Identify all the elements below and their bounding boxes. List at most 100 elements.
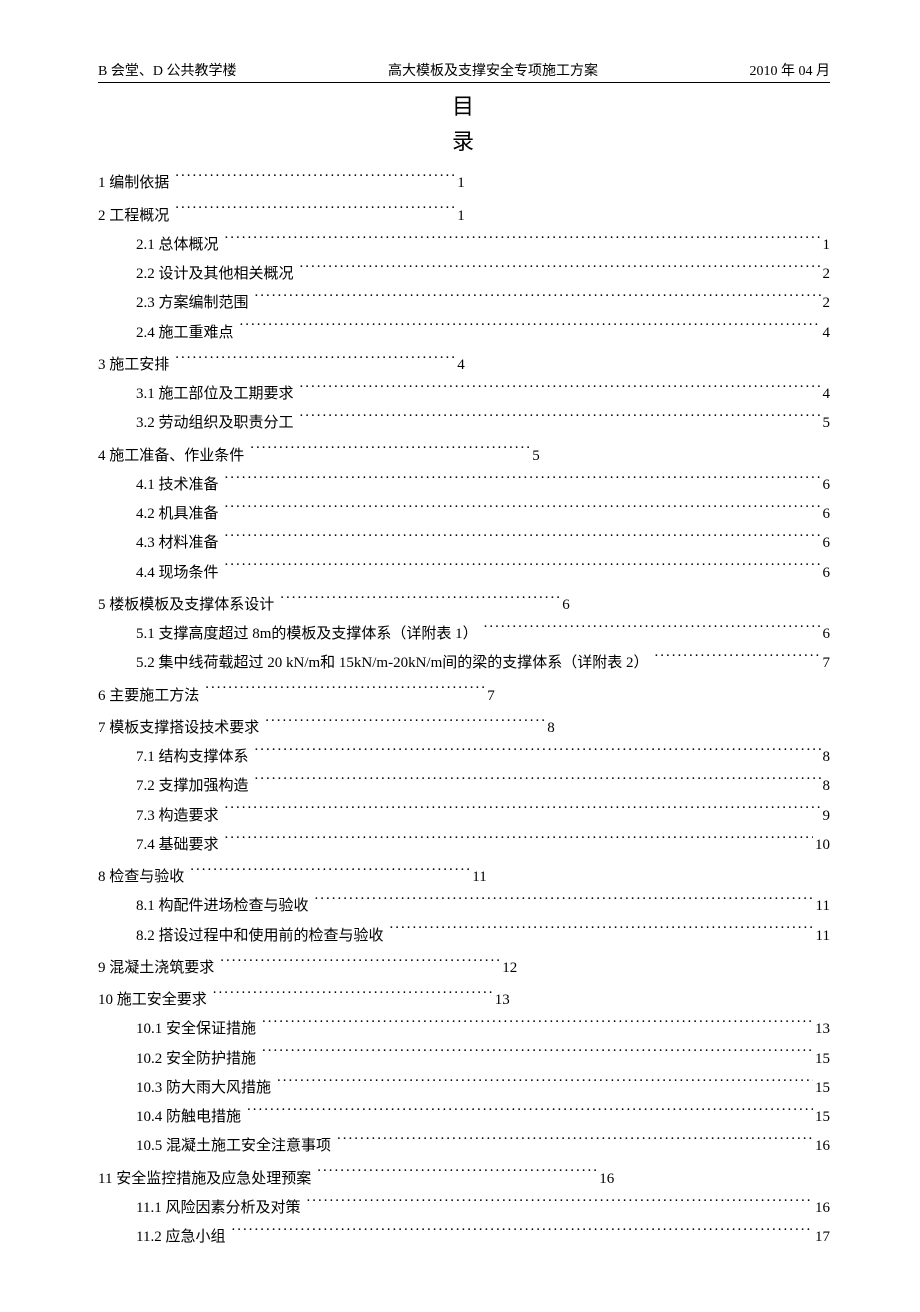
toc-entry-label: 4.4 现场条件: [136, 559, 223, 588]
toc-entry-page: 7: [821, 649, 831, 678]
toc-entry-page: 11: [470, 863, 486, 892]
toc-entry: 7 模板支撑搭设技术要求 8: [98, 714, 830, 743]
toc-entry-page: 1: [455, 202, 465, 231]
toc-entry: 10.2 安全防护措施 15: [98, 1045, 830, 1074]
toc-entry-label: 5.1 支撑高度超过 8m的模板及支撑体系（详附表 1）: [136, 620, 482, 649]
toc-entry-page: 11: [814, 922, 830, 951]
toc-entry-label: 6 主要施工方法: [98, 682, 203, 711]
toc-entry: 11.1 风险因素分析及对策 16: [98, 1194, 830, 1223]
toc-entry-label: 10 施工安全要求: [98, 986, 211, 1015]
toc-entry-page: 16: [813, 1194, 830, 1223]
toc-entry-label: 7.1 结构支撑体系: [136, 743, 253, 772]
toc-entry: 4.2 机具准备 6: [98, 500, 830, 529]
toc-leader-dots: [231, 1226, 813, 1241]
document-page: B 会堂、D 公共教学楼 高大模板及支撑安全专项施工方案 2010 年 04 月…: [0, 0, 920, 1312]
toc-entry: 2.2 设计及其他相关概况 2: [98, 260, 830, 289]
toc-entry: 3 施工安排 4: [98, 351, 830, 380]
toc-entry-page: 13: [813, 1015, 830, 1044]
toc-entry-label: 7.4 基础要求: [136, 831, 223, 860]
toc-leader-dots: [655, 652, 821, 667]
toc-entry-label: 10.5 混凝土施工安全注意事项: [136, 1132, 335, 1161]
toc-entry-label: 2.4 施工重难点: [136, 319, 238, 348]
toc-leader-dots: [247, 1106, 813, 1121]
toc-entry: 8.2 搭设过程中和使用前的检查与验收 11: [98, 922, 830, 951]
toc-leader-dots: [255, 775, 821, 790]
toc-entry: 9 混凝土浇筑要求 12: [98, 954, 830, 983]
toc-leader-dots: [175, 172, 455, 187]
toc-leader-dots: [300, 412, 821, 427]
toc-entry-page: 15: [813, 1074, 830, 1103]
title-char-2: 录: [98, 124, 830, 159]
toc-leader-dots: [175, 354, 455, 369]
toc-leader-dots: [306, 1197, 813, 1212]
toc-leader-dots: [225, 805, 821, 820]
toc-entry-label: 5.2 集中线荷载超过 20 kN/m和 15kN/m-20kN/m间的梁的支撑…: [136, 649, 653, 678]
toc-leader-dots: [262, 1048, 813, 1063]
toc-entry-page: 6: [821, 471, 831, 500]
toc-entry: 11 安全监控措施及应急处理预案 16: [98, 1165, 830, 1194]
toc-entry: 8.1 构配件进场检查与验收 11: [98, 892, 830, 921]
toc-entry-page: 4: [821, 380, 831, 409]
toc-entry-label: 1 编制依据: [98, 169, 173, 198]
toc-entry: 7.1 结构支撑体系 8: [98, 743, 830, 772]
toc-entry: 2.4 施工重难点 4: [98, 319, 830, 348]
toc-leader-dots: [277, 1077, 813, 1092]
toc-leader-dots: [337, 1135, 813, 1150]
toc-entry-label: 2 工程概况: [98, 202, 173, 231]
toc-entry-label: 10.2 安全防护措施: [136, 1045, 260, 1074]
toc-entry-label: 4.3 材料准备: [136, 529, 223, 558]
toc-entry-page: 16: [597, 1165, 614, 1194]
toc-entry-page: 1: [455, 169, 465, 198]
toc-entry: 4.3 材料准备 6: [98, 529, 830, 558]
toc-leader-dots: [240, 322, 821, 337]
toc-entry: 10.5 混凝土施工安全注意事项 16: [98, 1132, 830, 1161]
toc-entry: 1 编制依据 1: [98, 169, 830, 198]
toc-entry-label: 4.2 机具准备: [136, 500, 223, 529]
toc-leader-dots: [255, 746, 821, 761]
toc-entry-page: 5: [821, 409, 831, 438]
toc-leader-dots: [225, 234, 821, 249]
toc-entry-page: 15: [813, 1103, 830, 1132]
toc-entry-label: 5 楼板模板及支撑体系设计: [98, 591, 278, 620]
toc-entry-page: 6: [821, 620, 831, 649]
page-header: B 会堂、D 公共教学楼 高大模板及支撑安全专项施工方案 2010 年 04 月: [98, 60, 830, 83]
toc-entry: 5.2 集中线荷载超过 20 kN/m和 15kN/m-20kN/m间的梁的支撑…: [98, 649, 830, 678]
toc-entry-label: 4.1 技术准备: [136, 471, 223, 500]
toc-entry-page: 11: [814, 892, 830, 921]
toc-leader-dots: [225, 503, 821, 518]
header-left: B 会堂、D 公共教学楼: [98, 60, 236, 80]
toc-entry: 5.1 支撑高度超过 8m的模板及支撑体系（详附表 1） 6: [98, 620, 830, 649]
toc-entry-page: 15: [813, 1045, 830, 1074]
toc-entry-page: 12: [500, 954, 517, 983]
toc-entry-label: 2.3 方案编制范围: [136, 289, 253, 318]
toc-entry: 2 工程概况 1: [98, 202, 830, 231]
toc-entry-label: 10.3 防大雨大风措施: [136, 1074, 275, 1103]
toc-entry-label: 10.4 防触电措施: [136, 1103, 245, 1132]
toc-leader-dots: [175, 205, 455, 220]
toc-entry-label: 8.2 搭设过程中和使用前的检查与验收: [136, 922, 388, 951]
toc-entry: 11.2 应急小组 17: [98, 1223, 830, 1252]
toc-leader-dots: [225, 474, 821, 489]
toc-entry-page: 1: [821, 231, 831, 260]
toc-entry: 10.4 防触电措施 15: [98, 1103, 830, 1132]
toc-entry-label: 7 模板支撑搭设技术要求: [98, 714, 263, 743]
toc-leader-dots: [255, 292, 821, 307]
toc-entry-label: 4 施工准备、作业条件: [98, 442, 248, 471]
toc-entry: 4 施工准备、作业条件 5: [98, 442, 830, 471]
toc-leader-dots: [300, 383, 821, 398]
toc-entry: 3.2 劳动组织及职责分工 5: [98, 409, 830, 438]
toc-entry-page: 10: [813, 831, 830, 860]
toc-entry: 10.1 安全保证措施 13: [98, 1015, 830, 1044]
toc-entry: 4.4 现场条件 6: [98, 559, 830, 588]
toc-entry: 7.4 基础要求 10: [98, 831, 830, 860]
toc-entry: 7.2 支撑加强构造 8: [98, 772, 830, 801]
table-of-contents: 1 编制依据 12 工程概况 12.1 总体概况 12.2 设计及其他相关概况 …: [98, 169, 830, 1252]
toc-entry: 3.1 施工部位及工期要求 4: [98, 380, 830, 409]
toc-entry: 7.3 构造要求 9: [98, 802, 830, 831]
toc-leader-dots: [250, 445, 530, 460]
toc-entry-label: 2.1 总体概况: [136, 231, 223, 260]
toc-entry: 10 施工安全要求 13: [98, 986, 830, 1015]
toc-entry-label: 10.1 安全保证措施: [136, 1015, 260, 1044]
toc-entry-page: 6: [821, 500, 831, 529]
toc-entry-label: 9 混凝土浇筑要求: [98, 954, 218, 983]
